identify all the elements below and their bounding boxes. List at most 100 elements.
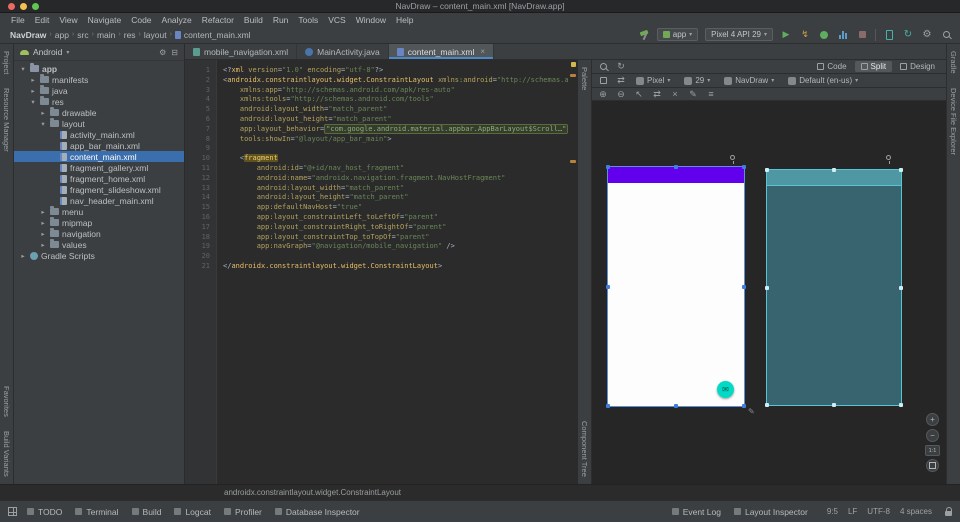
tree-item-gradle-scripts[interactable]: ▸Gradle Scripts	[14, 250, 184, 261]
pan-icon[interactable]: ⇄	[651, 89, 663, 100]
selection-handle[interactable]	[765, 168, 769, 172]
zoom-out-button[interactable]: −	[926, 429, 939, 442]
tool-window-profiler[interactable]: Profiler	[224, 507, 262, 517]
tree-item-nav_header_main-xml[interactable]: nav_header_main.xml	[14, 195, 184, 206]
device-select[interactable]: Pixel▾	[633, 76, 673, 85]
zoom-ratio[interactable]: 1:1	[925, 445, 940, 456]
gear-icon[interactable]: ⚙	[159, 48, 166, 57]
tool-window-tab-device-file-explorer[interactable]: Device File Explorer	[949, 81, 958, 162]
chevron-down-icon[interactable]: ▾	[39, 120, 47, 128]
fab-button[interactable]: ✉	[717, 381, 734, 398]
tree-item-navigation[interactable]: ▸navigation	[14, 228, 184, 239]
warning-mark[interactable]	[570, 74, 576, 77]
design-preview-phone[interactable]: ✉	[608, 167, 744, 406]
selection-handle[interactable]	[832, 168, 836, 172]
chevron-down-icon[interactable]: ▾	[29, 98, 37, 106]
chevron-right-icon[interactable]: ▸	[39, 109, 47, 117]
refresh-preview-icon[interactable]: ↻	[615, 61, 627, 72]
selection-handle[interactable]	[606, 285, 610, 289]
design-surface-icon[interactable]	[597, 75, 609, 86]
chevron-right-icon[interactable]: ▸	[29, 87, 37, 95]
chevron-right-icon[interactable]: ▸	[39, 230, 47, 238]
tool-window-tab-project[interactable]: Project	[2, 44, 11, 81]
device-select[interactable]: Pixel 4 API 29 ▾	[705, 28, 773, 41]
chevron-right-icon[interactable]: ▸	[29, 76, 37, 84]
selection-handle[interactable]	[765, 403, 769, 407]
selection-handle[interactable]	[899, 403, 903, 407]
tool-window-terminal[interactable]: Terminal	[75, 507, 118, 517]
chevron-right-icon[interactable]: ▸	[39, 241, 47, 249]
selection-handle[interactable]	[742, 165, 746, 169]
menu-navigate[interactable]: Navigate	[83, 15, 127, 25]
status-4-spaces[interactable]: 4 spaces	[900, 507, 932, 516]
tool-window-switcher-icon[interactable]	[8, 507, 17, 516]
mode-design-button[interactable]: Design	[894, 61, 941, 72]
tree-item-layout[interactable]: ▾layout	[14, 118, 184, 129]
zoom-out-icon[interactable]: ⊖	[615, 89, 627, 100]
status-9-5[interactable]: 9:5	[827, 507, 838, 516]
tool-window-database-inspector[interactable]: Database Inspector	[275, 507, 360, 517]
locale-select[interactable]: Default (en-us)▾	[785, 76, 861, 85]
menu-run[interactable]: Run	[268, 15, 294, 25]
tree-item-menu[interactable]: ▸menu	[14, 206, 184, 217]
tree-item-fragment_slideshow-xml[interactable]: fragment_slideshow.xml	[14, 184, 184, 195]
tree-item-fragment_gallery-xml[interactable]: fragment_gallery.xml	[14, 162, 184, 173]
select-cursor-icon[interactable]: ↖	[633, 89, 645, 100]
breadcrumb-item-main[interactable]: main	[97, 30, 115, 40]
zoom-to-fit-button[interactable]	[926, 459, 939, 472]
orientation-icon[interactable]: ⇄	[615, 75, 627, 86]
chevron-right-icon[interactable]: ▸	[39, 219, 47, 227]
infer-constraints-icon[interactable]: ✎	[687, 89, 699, 100]
menu-help[interactable]: Help	[391, 15, 418, 25]
lock-icon[interactable]	[945, 511, 952, 516]
tool-window-todo[interactable]: TODO	[27, 507, 62, 517]
build-button[interactable]	[638, 29, 650, 41]
profiler-button[interactable]	[837, 29, 849, 41]
tool-window-tab-resource-manager[interactable]: Resource Manager	[2, 81, 11, 159]
tree-item-fragment_home-xml[interactable]: fragment_home.xml	[14, 173, 184, 184]
selection-handle[interactable]	[674, 404, 678, 408]
chevron-right-icon[interactable]: ▸	[39, 208, 47, 216]
mode-code-button[interactable]: Code	[811, 61, 852, 72]
guidelines-icon[interactable]: ≡	[705, 89, 717, 100]
collapse-all-icon[interactable]: ⊟	[171, 48, 178, 57]
selection-handle[interactable]	[606, 165, 610, 169]
minimize-window-button[interactable]	[20, 3, 27, 10]
inspection-indicator[interactable]	[571, 62, 576, 67]
menu-code[interactable]: Code	[126, 15, 156, 25]
menu-window[interactable]: Window	[351, 15, 391, 25]
tool-window-event-log[interactable]: Event Log	[672, 507, 721, 517]
edit-pencil-icon[interactable]: ✎	[748, 407, 755, 416]
search-everywhere-button[interactable]	[940, 29, 952, 41]
clear-constraints-icon[interactable]: ×	[669, 89, 681, 100]
selection-handle[interactable]	[606, 404, 610, 408]
tab-content_main-xml[interactable]: content_main.xml×	[389, 44, 494, 59]
tool-window-build[interactable]: Build	[132, 507, 162, 517]
zoom-search-icon[interactable]	[597, 61, 609, 72]
run-config-select[interactable]: app ▾	[657, 28, 698, 41]
chevron-down-icon[interactable]: ▾	[19, 65, 27, 73]
close-window-button[interactable]	[8, 3, 15, 10]
sync-gradle-button[interactable]: ↻	[902, 29, 914, 41]
editor-breadcrumb[interactable]: androidx.constraintlayout.widget.Constra…	[224, 488, 401, 497]
tool-window-tab-gradle[interactable]: Gradle	[949, 44, 958, 81]
stop-button[interactable]	[856, 29, 868, 41]
tree-item-res[interactable]: ▾res	[14, 96, 184, 107]
chevron-right-icon[interactable]: ▸	[19, 252, 27, 260]
status-lf[interactable]: LF	[848, 507, 857, 516]
tree-item-values[interactable]: ▸values	[14, 239, 184, 250]
apply-changes-icon[interactable]: ↯	[799, 29, 811, 41]
breadcrumb-item-app[interactable]: app	[55, 30, 69, 40]
selection-handle[interactable]	[742, 404, 746, 408]
pin-icon[interactable]	[886, 155, 891, 160]
menu-vcs[interactable]: VCS	[323, 15, 350, 25]
selection-handle[interactable]	[899, 168, 903, 172]
menu-refactor[interactable]: Refactor	[197, 15, 239, 25]
sdk-manager-button[interactable]: ⚙	[921, 29, 933, 41]
menu-file[interactable]: File	[6, 15, 30, 25]
breadcrumb-item-navdraw[interactable]: NavDraw	[10, 30, 46, 40]
status-utf-8[interactable]: UTF-8	[867, 507, 890, 516]
menu-build[interactable]: Build	[239, 15, 268, 25]
preview-appbar[interactable]	[608, 167, 744, 183]
api-select[interactable]: 29▾	[681, 76, 713, 85]
